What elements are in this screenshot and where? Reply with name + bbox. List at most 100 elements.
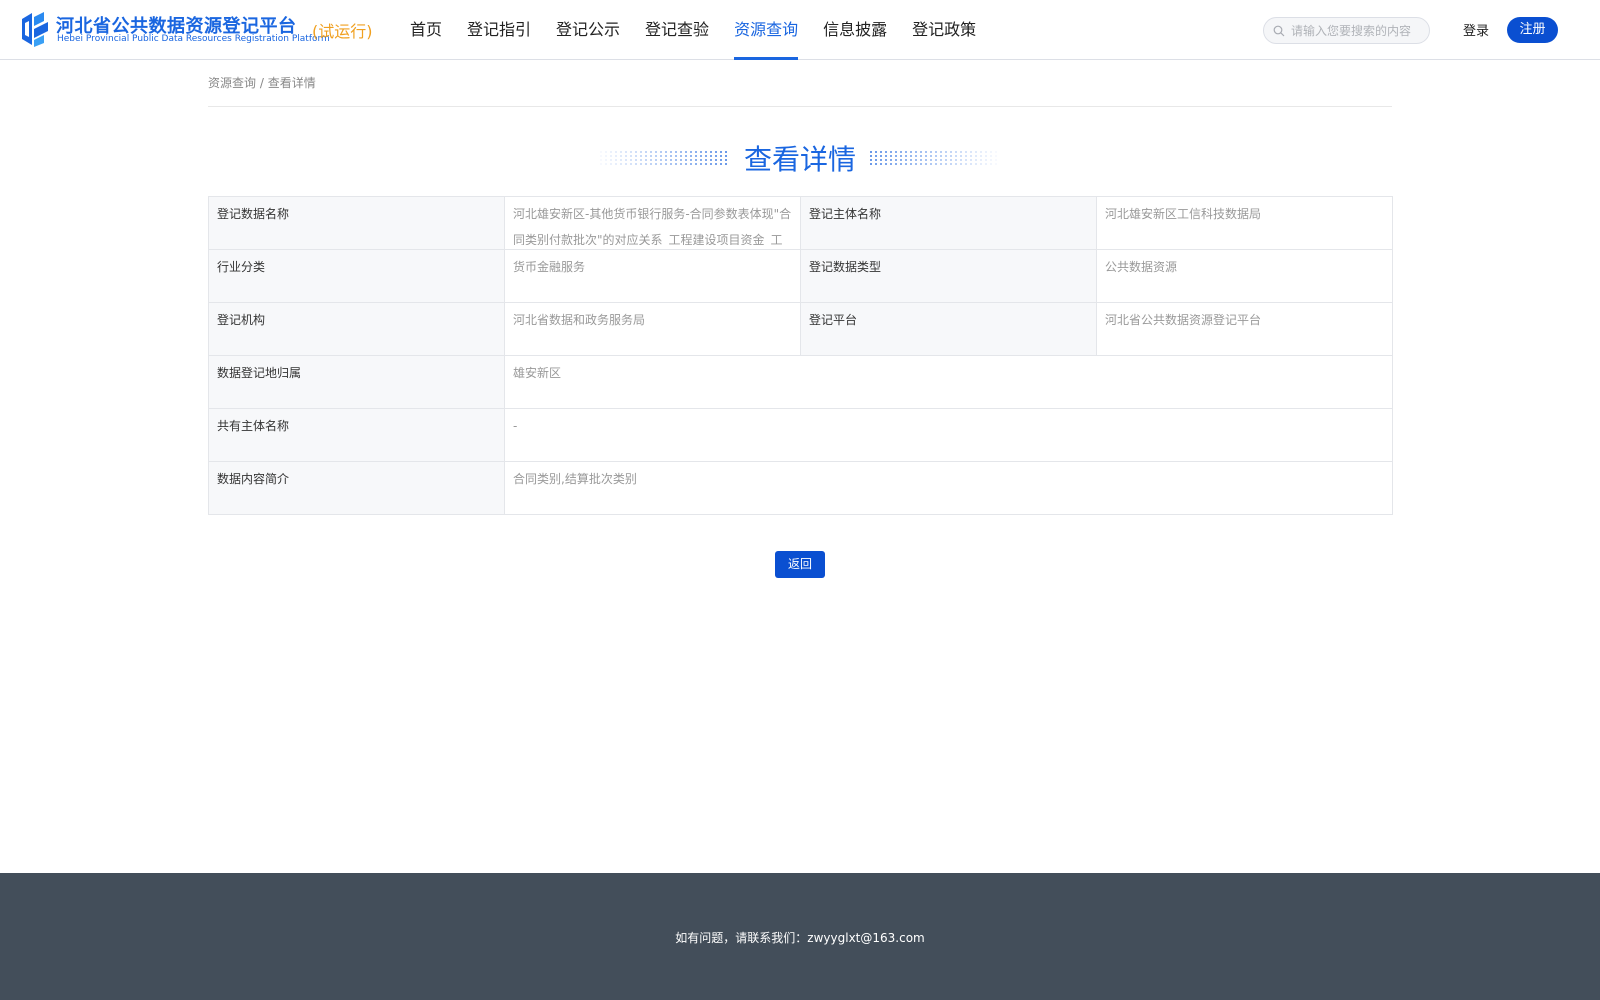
nav-registration-notice[interactable]: 登记公示	[556, 0, 620, 60]
data-type-value: 公共数据资源	[1096, 249, 1393, 303]
decoration-dot	[995, 163, 997, 165]
login-link[interactable]: 登录	[1463, 20, 1489, 39]
breadcrumb-current: 查看详情	[267, 76, 316, 90]
decoration-dot	[895, 159, 897, 161]
platform-label: 登记平台	[800, 302, 1097, 356]
decoration-dot	[970, 163, 972, 165]
nav-registration-policy[interactable]: 登记政策	[912, 0, 976, 60]
decoration-dot	[905, 159, 907, 161]
decoration-dot	[885, 155, 887, 157]
decoration-dot	[920, 159, 922, 161]
decoration-dot	[905, 155, 907, 157]
decoration-dot	[910, 159, 912, 161]
search-icon	[1273, 25, 1285, 37]
footer-email[interactable]: zwyyglxt@163.com	[807, 931, 924, 945]
decoration-dot	[980, 155, 982, 157]
breadcrumb-divider	[208, 106, 1392, 107]
decoration-dot	[875, 151, 877, 153]
decoration-dot	[960, 151, 962, 153]
decoration-dot	[985, 163, 987, 165]
breadcrumb-separator: /	[256, 76, 268, 90]
agency-label: 登记机构	[208, 302, 505, 356]
nav-registration-verify[interactable]: 登记查验	[645, 0, 709, 60]
decoration-dot	[875, 159, 877, 161]
decoration-dot	[915, 155, 917, 157]
decoration-dot	[910, 155, 912, 157]
decoration-dot	[895, 163, 897, 165]
decoration-dot	[920, 155, 922, 157]
decoration-dot	[985, 155, 987, 157]
decoration-dot	[910, 151, 912, 153]
trial-badge: (试运行)	[312, 22, 373, 41]
location-label: 数据登记地归属	[208, 355, 505, 409]
decoration-dot	[950, 151, 952, 153]
decoration-dot	[975, 159, 977, 161]
decoration-dot	[990, 151, 992, 153]
decoration-dot	[925, 163, 927, 165]
site-logo[interactable]: 河北省公共数据资源登记平台 Hebei Provincial Public Da…	[18, 11, 378, 49]
decoration-dot	[890, 155, 892, 157]
decoration-dot	[950, 159, 952, 161]
decoration-dot	[980, 151, 982, 153]
decoration-dot	[940, 155, 942, 157]
decoration-dot	[870, 155, 872, 157]
data-name-label: 登记数据名称	[208, 196, 505, 250]
decoration-dot	[890, 151, 892, 153]
page-title-section: 查看详情	[0, 134, 1600, 184]
decoration-dot	[950, 155, 952, 157]
register-button[interactable]: 注册	[1507, 17, 1558, 43]
decoration-dot	[945, 151, 947, 153]
decoration-dot	[915, 151, 917, 153]
decoration-dot	[905, 151, 907, 153]
summary-label: 数据内容简介	[208, 461, 505, 515]
decoration-dot	[930, 163, 932, 165]
decoration-dot	[975, 155, 977, 157]
decoration-dot	[915, 163, 917, 165]
decoration-dot	[965, 159, 967, 161]
decoration-dot	[900, 159, 902, 161]
decoration-dot	[875, 163, 877, 165]
nav-resource-query[interactable]: 资源查询	[734, 0, 799, 60]
detail-table: 登记数据名称 河北雄安新区-其他货币银行服务-合同参数表体现"合同类别付款批次"…	[208, 196, 1393, 515]
return-button[interactable]: 返回	[775, 551, 825, 578]
platform-value: 河北省公共数据资源登记平台	[1096, 302, 1393, 356]
nav-home[interactable]: 首页	[410, 0, 442, 60]
decoration-dot	[930, 155, 932, 157]
nav-info-disclosure[interactable]: 信息披露	[823, 0, 887, 60]
decoration-dot	[870, 163, 872, 165]
summary-value: 合同类别,结算批次类别	[504, 461, 1393, 515]
decoration-dot	[955, 151, 957, 153]
platform-logo-icon	[22, 12, 48, 47]
decoration-dot	[995, 151, 997, 153]
title-decoration-right-icon	[870, 151, 997, 165]
decoration-dot	[890, 159, 892, 161]
decoration-dot	[870, 159, 872, 161]
decoration-dot	[990, 159, 992, 161]
decoration-dot	[900, 151, 902, 153]
table-row: 行业分类 货币金融服务 登记数据类型 公共数据资源	[208, 249, 1393, 303]
decoration-dot	[945, 163, 947, 165]
decoration-dot	[960, 163, 962, 165]
co-owner-label: 共有主体名称	[208, 408, 505, 462]
nav-registration-guide[interactable]: 登记指引	[467, 0, 531, 60]
industry-value: 货币金融服务	[504, 249, 801, 303]
decoration-dot	[980, 163, 982, 165]
table-row: 数据内容简介 合同类别,结算批次类别	[208, 461, 1393, 515]
breadcrumb-parent[interactable]: 资源查询	[208, 76, 256, 90]
decoration-dot	[985, 159, 987, 161]
decoration-dot	[885, 163, 887, 165]
decoration-dot	[950, 163, 952, 165]
data-name-value: 河北雄安新区-其他货币银行服务-合同参数表体现"合同类别付款批次"的对应关系_工…	[513, 207, 792, 245]
industry-label: 行业分类	[208, 249, 505, 303]
decoration-dot	[925, 151, 927, 153]
location-value: 雄安新区	[504, 355, 1393, 409]
decoration-dot	[870, 151, 872, 153]
decoration-dot	[965, 155, 967, 157]
decoration-dot	[970, 159, 972, 161]
decoration-dot	[900, 163, 902, 165]
decoration-dot	[985, 151, 987, 153]
footer-contact: 如有问题，请联系我们：zwyyglxt@163.com	[0, 929, 1600, 946]
search-input[interactable]	[1291, 21, 1423, 41]
co-owner-value: -	[504, 408, 1393, 462]
decoration-dot	[930, 159, 932, 161]
